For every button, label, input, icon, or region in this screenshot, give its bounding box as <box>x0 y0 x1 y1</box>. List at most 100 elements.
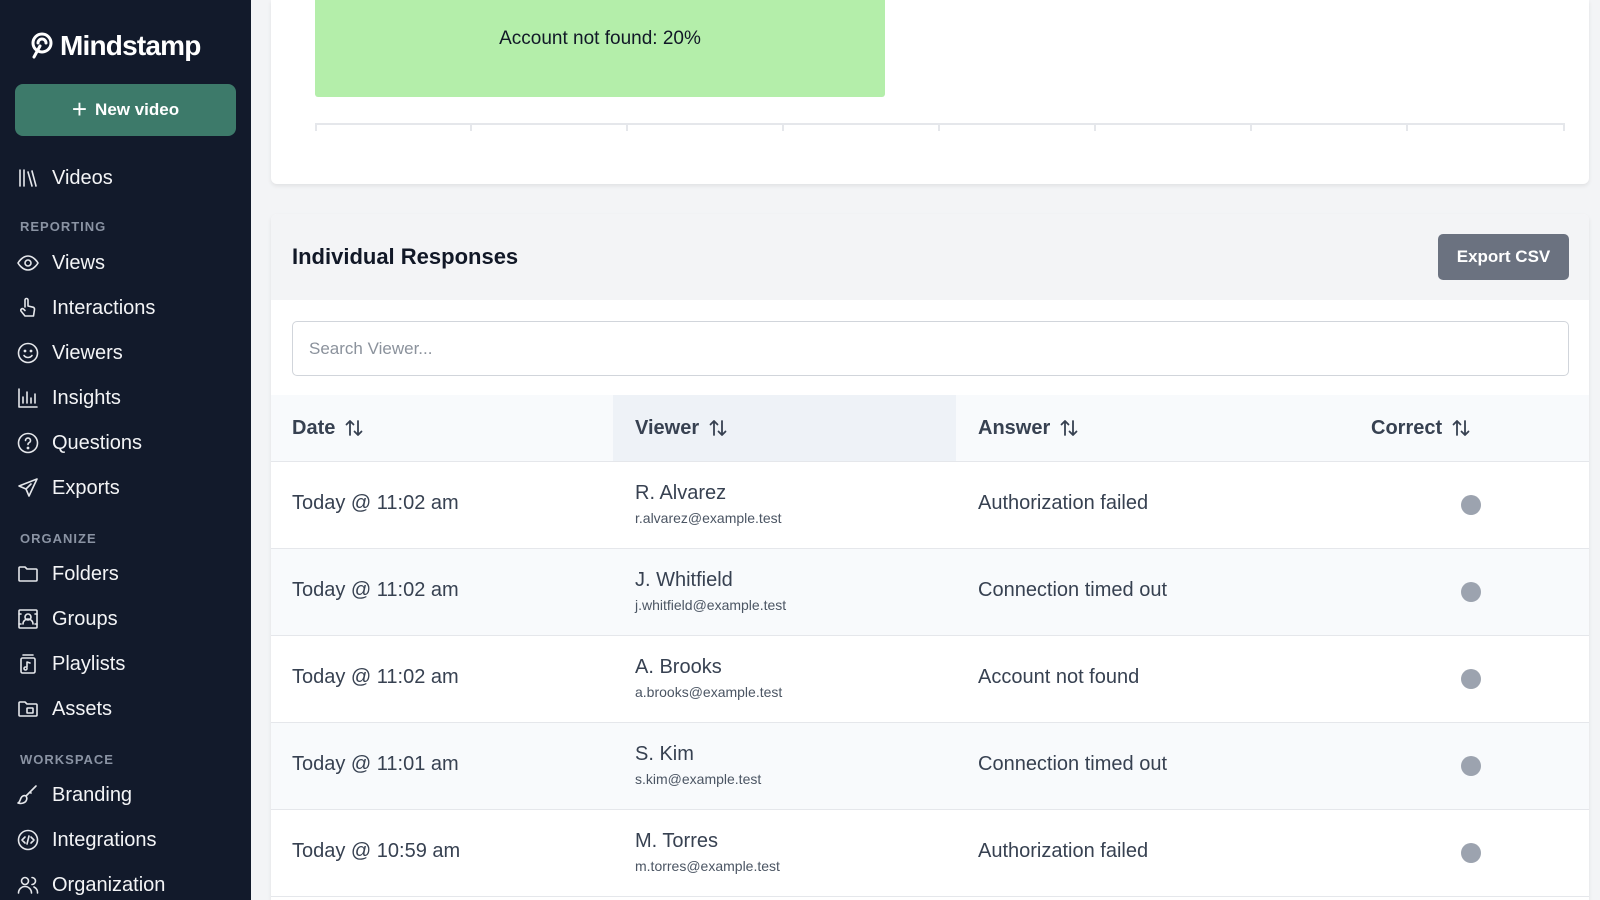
response-date: Today @ 11:02 am <box>292 579 459 601</box>
playlist-icon <box>20 654 36 674</box>
sidebar-item-label: Viewers <box>52 341 123 364</box>
correct-status-dot <box>1461 843 1481 863</box>
sidebar-item-label: Interactions <box>52 296 156 319</box>
sidebar-item-label: Insights <box>52 386 121 409</box>
export-csv-button[interactable]: Export CSV <box>1438 234 1569 280</box>
sidebar-item-questions[interactable]: Questions <box>16 425 236 461</box>
section-label-workspace: WORKSPACE <box>20 752 114 767</box>
response-answer: Connection timed out <box>978 753 1168 775</box>
column-header-viewer[interactable]: Viewer <box>613 395 956 461</box>
new-video-button[interactable]: + New video <box>15 84 236 136</box>
sidebar-item-branding[interactable]: Branding <box>16 777 236 813</box>
table-row[interactable]: Today @ 11:02 am J. Whitfield j.whitfiel… <box>271 549 1589 636</box>
column-header-label: Date <box>292 416 336 439</box>
response-date: Today @ 11:02 am <box>292 666 459 688</box>
section-label-organize: ORGANIZE <box>20 531 97 546</box>
chart-card: Account not found: 20% <box>271 0 1589 184</box>
library-icon <box>19 169 37 187</box>
card-title: Individual Responses <box>292 244 519 269</box>
viewer-email: s.kim@example.test <box>635 771 762 787</box>
mindstamp-logo-icon <box>31 32 53 59</box>
response-answer: Account not found <box>978 666 1140 688</box>
sidebar-item-groups[interactable]: Groups <box>16 601 236 637</box>
mindstamp-logo[interactable]: Mindstamp <box>24 28 201 64</box>
viewer-name[interactable]: A. Brooks <box>635 656 722 679</box>
eye-icon <box>17 255 39 271</box>
chart-axis-tick <box>315 123 317 131</box>
sort-icon <box>345 420 363 436</box>
chart-axis-tick <box>470 123 472 131</box>
sidebar-item-label: Integrations <box>52 828 157 851</box>
response-answer: Authorization failed <box>978 492 1149 514</box>
sidebar-item-assets[interactable]: Assets <box>16 691 236 727</box>
sidebar: Mindstamp + New video Videos REPORTING V… <box>0 0 251 900</box>
sidebar-item-exports[interactable]: Exports <box>16 470 236 506</box>
viewer-name[interactable]: R. Alvarez <box>635 482 726 505</box>
individual-responses-card: Individual Responses Export CSV Date Vie… <box>271 214 1589 900</box>
column-header-date[interactable]: Date <box>292 395 365 461</box>
correct-status-dot <box>1461 669 1481 689</box>
column-header-label: Viewer <box>635 416 700 439</box>
plus-icon: + <box>71 93 88 124</box>
bar-chart-icon <box>18 388 38 408</box>
chart-axis-tick <box>782 123 784 131</box>
chart-bar-label: Account not found: 20% <box>499 27 701 49</box>
sidebar-item-playlists[interactable]: Playlists <box>16 646 236 682</box>
chart-axis-tick <box>1563 123 1565 131</box>
sidebar-item-viewers[interactable]: Viewers <box>16 335 236 371</box>
sidebar-item-label: Assets <box>52 697 113 720</box>
sidebar-item-label: Organization <box>52 873 166 896</box>
sidebar-item-insights[interactable]: Insights <box>16 380 236 416</box>
chart-axis-tick <box>938 123 940 131</box>
send-icon <box>18 478 38 497</box>
sidebar-item-interactions[interactable]: Interactions <box>16 290 236 326</box>
response-date: Today @ 11:02 am <box>292 492 459 514</box>
viewer-email: a.brooks@example.test <box>635 684 783 700</box>
column-header-label: Correct <box>1371 416 1443 439</box>
response-date: Today @ 10:59 am <box>292 840 461 862</box>
table-row[interactable]: Today @ 11:01 am S. Kim s.kim@example.te… <box>271 723 1589 810</box>
sort-icon <box>1452 420 1470 436</box>
paintbrush-icon <box>17 785 37 805</box>
column-header-answer[interactable]: Answer <box>978 395 1080 461</box>
viewer-email: r.alvarez@example.test <box>635 510 782 526</box>
section-label-reporting: REPORTING <box>20 219 107 234</box>
response-answer: Connection timed out <box>978 579 1168 601</box>
sidebar-item-label: Questions <box>52 431 143 454</box>
viewer-name[interactable]: M. Torres <box>635 830 718 853</box>
sidebar-item-label: Videos <box>52 166 113 189</box>
viewer-email: m.torres@example.test <box>635 858 780 874</box>
sidebar-item-folders[interactable]: Folders <box>16 556 236 592</box>
sidebar-item-label: Views <box>52 251 105 274</box>
pointer-hand-icon <box>20 297 36 317</box>
search-viewer-input[interactable] <box>292 321 1569 376</box>
table-row[interactable]: Today @ 11:02 am A. Brooks a.brooks@exam… <box>271 636 1589 723</box>
viewer-name[interactable]: J. Whitfield <box>635 569 733 592</box>
sidebar-item-label: Playlists <box>52 652 126 675</box>
sidebar-item-videos[interactable]: Videos <box>16 160 236 196</box>
chart-axis-tick <box>626 123 628 131</box>
group-frame-icon <box>18 609 38 629</box>
sidebar-item-views[interactable]: Views <box>16 245 236 281</box>
folder-icon <box>18 566 38 582</box>
sidebar-item-label: Folders <box>52 562 119 585</box>
table-row[interactable]: Today @ 11:02 am R. Alvarez r.alvarez@ex… <box>271 462 1589 549</box>
card-header: Individual Responses Export CSV <box>271 214 1589 300</box>
sidebar-item-label: Groups <box>52 607 118 630</box>
smile-face-icon <box>17 342 39 364</box>
correct-status-dot <box>1461 495 1481 515</box>
chart-axis-tick <box>1094 123 1096 131</box>
viewer-name[interactable]: S. Kim <box>635 743 694 766</box>
code-circle-icon <box>17 829 39 851</box>
question-circle-icon <box>17 432 39 454</box>
response-date: Today @ 11:01 am <box>292 753 459 775</box>
sidebar-item-organization[interactable]: Organization <box>16 867 236 900</box>
table-row[interactable]: Today @ 10:59 am M. Torres m.torres@exam… <box>271 810 1589 897</box>
table-header: Date Viewer Answer Correct <box>271 395 1589 462</box>
correct-status-dot <box>1461 582 1481 602</box>
sort-icon <box>709 420 727 436</box>
chart-axis-tick <box>1250 123 1252 131</box>
sidebar-item-integrations[interactable]: Integrations <box>16 822 236 858</box>
column-header-correct[interactable]: Correct <box>1371 395 1472 461</box>
viewer-email: j.whitfield@example.test <box>635 597 787 613</box>
